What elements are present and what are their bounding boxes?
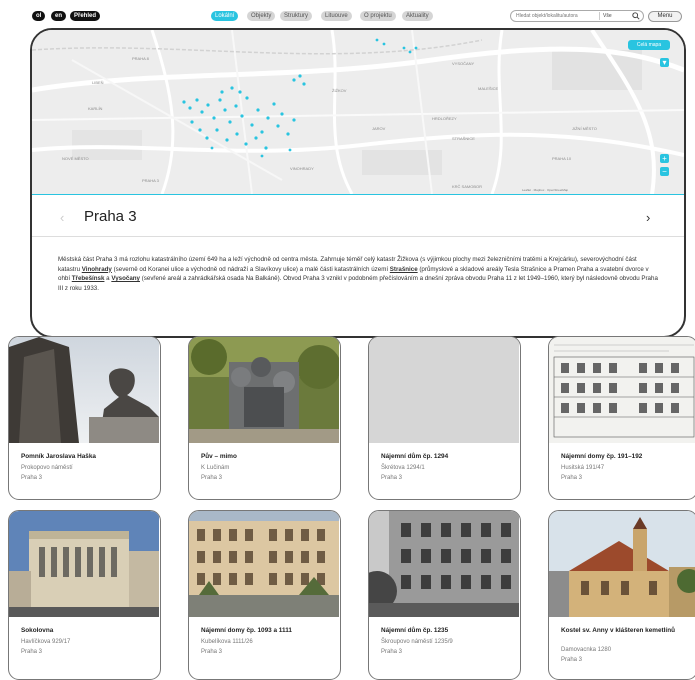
search-scope-select[interactable]: Vše	[599, 12, 627, 20]
locality-card[interactable]: Kostel sv. Anny v klášteren kemetlínů Da…	[548, 510, 695, 680]
desc-text: (severně od Koranei ulice a východně od …	[111, 265, 390, 273]
card-title: Kostel sv. Anny v klášteren kemetlínů	[561, 627, 676, 634]
card-district: Praha 3	[201, 475, 223, 481]
nav-lituouve[interactable]: Lituouve	[321, 11, 352, 21]
map-label: HRDLOŘEZY	[432, 116, 457, 121]
map-label: PRAHA 8	[132, 56, 150, 61]
zoom-in-icon[interactable]: +	[660, 154, 669, 163]
map-label: PRAHA 3	[142, 178, 160, 183]
card-address: Husitská 191/47	[561, 465, 605, 471]
nav-objects[interactable]: Objekty	[247, 11, 276, 21]
locality-card[interactable]: Nájemní domy čp. 1093 a 1111 Kubelíkova …	[188, 510, 341, 680]
card-image	[549, 511, 695, 617]
card-image	[189, 337, 339, 443]
locality-card[interactable]: Nájemní dům čp. 1294 Škrétova 1294/1 Pra…	[368, 336, 521, 500]
card-image-placeholder	[369, 337, 519, 443]
nav-about[interactable]: O projektu	[360, 11, 396, 21]
card-title: Nájemní domy čp. 191–192	[561, 453, 643, 460]
map-label: KRČ SAMOBOR	[452, 184, 482, 189]
zoom-out-icon[interactable]: −	[660, 167, 669, 176]
map-label: LIBEŇ	[92, 80, 104, 85]
card-district: Praha 3	[381, 475, 403, 481]
map-label: PRAHA 10	[552, 156, 572, 161]
locality-card[interactable]: Nájemní domy čp. 191–192 Husitská 191/47…	[548, 336, 695, 500]
locality-card[interactable]: Pův – mimo K Lučinám Praha 3	[188, 336, 341, 500]
card-address: Škroupovo náměstí 1235/9	[381, 639, 453, 645]
card-title: Nájemní domy čp. 1093 a 1111	[201, 627, 292, 634]
desc-link-trebesin[interactable]: Třebešínsk	[72, 275, 105, 282]
title-divider	[32, 236, 684, 237]
map-label: KARLÍN	[88, 106, 103, 111]
card-image	[9, 511, 159, 617]
map-label: ŽIŽKOV	[332, 88, 347, 93]
card-image	[369, 511, 519, 617]
card-district: Praha 3	[561, 657, 583, 663]
overview-button[interactable]: Přehled	[70, 11, 101, 21]
map-label: VINOHRADY	[290, 166, 314, 171]
nav-localities[interactable]: Lokální	[211, 11, 239, 21]
map-area[interactable]: LIBEŇ PRAHA 8 KARLÍN ŽIŽKOV VINOHRADY ST…	[32, 30, 684, 194]
card-district: Praha 3	[21, 649, 43, 655]
card-image	[549, 337, 695, 443]
map-divider	[32, 194, 684, 195]
next-arrow-icon[interactable]: ›	[646, 210, 650, 225]
lang-button-2[interactable]: en	[51, 11, 67, 21]
search-input[interactable]	[511, 11, 597, 21]
district-title-row: ‹ Praha 3 ›	[32, 200, 684, 234]
card-district: Praha 3	[21, 475, 43, 481]
desc-link-vinohrady[interactable]: Vinohrady	[82, 266, 112, 273]
map-label: STRAŠNICE	[452, 136, 475, 141]
lang-button-1[interactable]: ol	[32, 11, 46, 21]
desc-link-strasnice[interactable]: Strašnice	[390, 266, 418, 273]
card-address: K Lučinám	[201, 465, 230, 471]
map-filter-icon[interactable]: ▾	[660, 58, 669, 67]
menu-button[interactable]: Menu	[648, 11, 682, 22]
full-map-button[interactable]: Celá mapa	[628, 40, 670, 50]
card-title: Nájemní dům čp. 1235	[381, 627, 449, 634]
map-label: JIŽNÍ MĚSTO	[572, 126, 597, 131]
map-attribution[interactable]: Leaflet · Mapbox · OpenStreetMap	[522, 188, 568, 192]
map-label: VYSOČANY	[452, 61, 475, 66]
district-panel: LIBEŇ PRAHA 8 KARLÍN ŽIŽKOV VINOHRADY ST…	[30, 28, 686, 338]
search-bar: Vše	[510, 10, 644, 22]
map-label: NOVÉ MĚSTO	[62, 156, 89, 161]
map-canvas[interactable]: LIBEŇ PRAHA 8 KARLÍN ŽIŽKOV VINOHRADY ST…	[32, 30, 684, 194]
locality-card[interactable]: Sokolovna Havlíčkova 929/17 Praha 3	[8, 510, 161, 680]
card-district: Praha 3	[381, 649, 403, 655]
card-title: Nájemní dům čp. 1294	[381, 453, 449, 460]
card-address: Kubelíkova 1111/26	[201, 639, 253, 645]
card-title: Sokolovna	[21, 627, 54, 634]
map-label: JAROV	[372, 126, 386, 131]
locality-card[interactable]: Pomník Jaroslava Haška Prokopovo náměstí…	[8, 336, 161, 500]
card-district: Praha 3	[561, 475, 583, 481]
prev-arrow-icon[interactable]: ‹	[60, 210, 64, 225]
search-icon[interactable]	[632, 12, 640, 20]
desc-text: (sevřené areál a zahrádkářská osada Na B…	[58, 275, 658, 292]
card-image	[189, 511, 339, 617]
page-title: Praha 3	[84, 208, 137, 225]
locality-card[interactable]: Nájemní dům čp. 1235 Škroupovo náměstí 1…	[368, 510, 521, 680]
card-district: Praha 3	[201, 649, 223, 655]
card-title: Pomník Jaroslava Haška	[21, 453, 96, 460]
top-bar: ol en Přehled Lokální Objekty Struktury …	[0, 0, 695, 30]
card-address: Prokopovo náměstí	[21, 465, 73, 471]
card-address: Havlíčkova 929/17	[21, 639, 71, 645]
card-image	[9, 337, 159, 443]
map-label: MALEŠICE	[478, 86, 499, 91]
desc-link-vysocany[interactable]: Vysočany	[111, 275, 140, 282]
card-title: Pův – mimo	[201, 453, 237, 460]
nav-structures[interactable]: Struktury	[280, 11, 313, 21]
card-address: Škrétova 1294/1	[381, 465, 425, 471]
nav-news[interactable]: Aktuality	[402, 11, 433, 21]
card-address: Damovacnka 1280	[561, 647, 612, 653]
district-description: Městská část Praha 3 má rozlohu katastrá…	[58, 255, 658, 293]
